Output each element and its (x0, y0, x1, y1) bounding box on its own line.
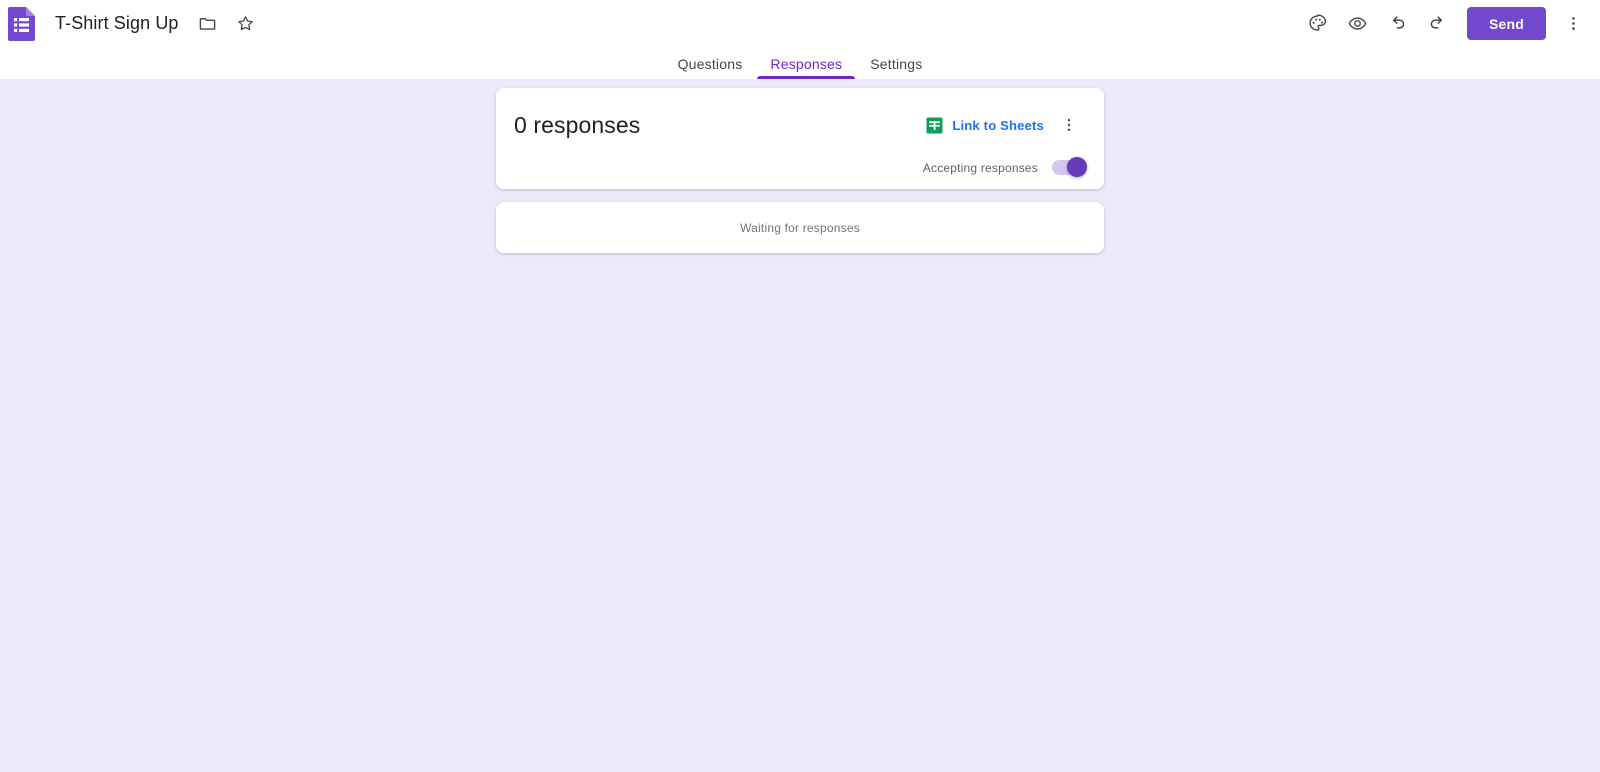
preview-button[interactable] (1341, 7, 1375, 41)
tab-responses[interactable]: Responses (756, 57, 856, 79)
more-options-button[interactable] (1556, 7, 1590, 41)
eye-icon (1347, 13, 1368, 34)
header-top-row: T-Shirt Sign Up Send (0, 0, 1600, 47)
waiting-for-responses-text: Waiting for responses (740, 220, 860, 235)
document-title[interactable]: T-Shirt Sign Up (55, 13, 179, 34)
accepting-responses-row: Accepting responses (922, 157, 1087, 177)
app-header: T-Shirt Sign Up Send Questions Responses… (0, 0, 1600, 79)
waiting-for-responses-card: Waiting for responses (496, 202, 1104, 253)
link-to-sheets-label: Link to Sheets (952, 117, 1044, 133)
more-vert-icon (1564, 14, 1583, 33)
send-button[interactable]: Send (1466, 7, 1546, 40)
move-to-folder-button[interactable] (191, 7, 225, 41)
palette-icon (1307, 13, 1328, 34)
responses-count: 0 responses (514, 112, 641, 138)
customize-theme-button[interactable] (1301, 7, 1335, 41)
star-icon (236, 14, 255, 33)
toggle-knob (1067, 157, 1087, 177)
summary-header-row: 0 responses Link to Sheets (514, 88, 1086, 142)
summary-actions: Link to Sheets (920, 108, 1086, 142)
undo-icon (1387, 13, 1408, 34)
main-tabs: Questions Responses Settings (0, 47, 1600, 79)
link-to-sheets-button[interactable]: Link to Sheets (920, 112, 1050, 139)
more-vert-icon (1060, 116, 1078, 134)
responses-main: 0 responses Link to Sheets Accepting res… (0, 79, 1600, 253)
redo-button[interactable] (1421, 7, 1455, 41)
google-forms-icon (8, 6, 35, 41)
undo-button[interactable] (1381, 7, 1415, 41)
accepting-responses-label: Accepting responses (922, 160, 1038, 175)
header-actions: Send (1301, 7, 1600, 41)
tab-settings[interactable]: Settings (856, 57, 936, 79)
redo-icon (1427, 13, 1448, 34)
tab-questions[interactable]: Questions (664, 57, 757, 79)
google-sheets-icon (926, 117, 943, 134)
star-button[interactable] (229, 7, 263, 41)
title-action-icons (191, 7, 263, 41)
responses-more-options-button[interactable] (1052, 108, 1086, 142)
responses-summary-card: 0 responses Link to Sheets Accepting res… (496, 88, 1104, 189)
accepting-responses-toggle[interactable] (1052, 157, 1087, 177)
folder-icon (198, 14, 217, 33)
